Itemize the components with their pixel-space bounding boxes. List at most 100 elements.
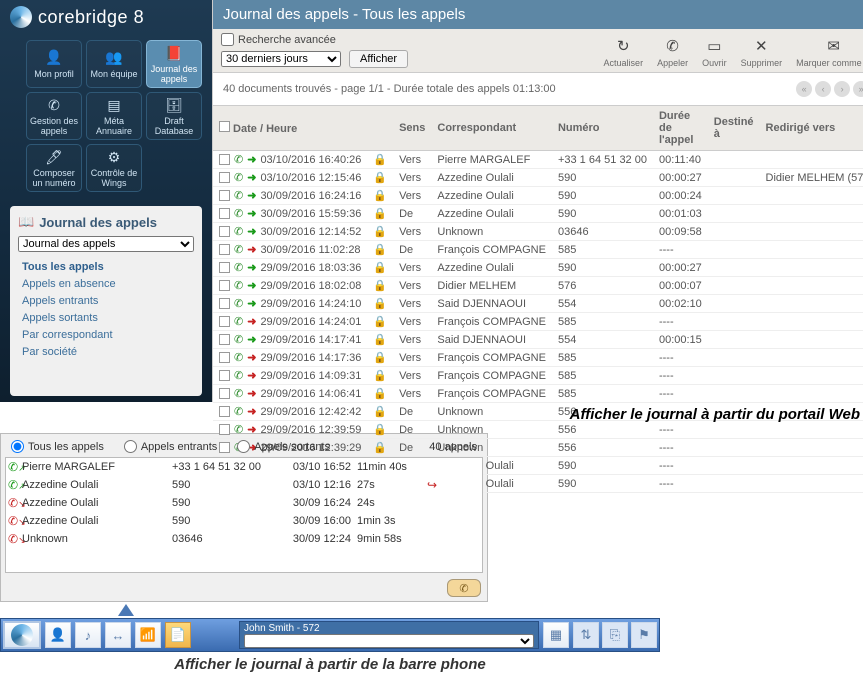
widget-filter-input[interactable] xyxy=(11,440,24,453)
column-header[interactable] xyxy=(367,106,393,151)
table-row[interactable]: ✆➜29/09/2016 14:24:01🔒VersFrançois COMPA… xyxy=(213,313,863,331)
table-row[interactable]: ✆➜29/09/2016 18:03:36🔒VersAzzedine Oulal… xyxy=(213,259,863,277)
column-header[interactable]: Correspondant xyxy=(431,106,552,151)
widget-call-row[interactable]: ✆↗Pierre MARGALEF+33 1 64 51 32 0003/10 … xyxy=(6,458,482,476)
nav-tile-compose[interactable]: 🖊Composer un numéro xyxy=(26,144,82,192)
row-checkbox[interactable] xyxy=(219,334,230,345)
journal-link[interactable]: Appels en absence xyxy=(18,276,194,292)
widget-call-button[interactable]: ✆ xyxy=(447,579,481,597)
row-redir xyxy=(760,331,863,349)
widget-filter-radio[interactable]: Tous les appels xyxy=(11,440,104,453)
nav-tile-label: Contrôle de Wings xyxy=(87,169,141,188)
advanced-search-checkbox[interactable] xyxy=(221,33,234,46)
row-checkbox[interactable] xyxy=(219,406,230,417)
column-header[interactable]: Date / Heure xyxy=(213,106,367,151)
nav-tile-call-mgmt[interactable]: ✆Gestion des appels xyxy=(26,92,82,140)
journal-link[interactable]: Par société xyxy=(18,344,194,360)
advanced-search-toggle[interactable]: Recherche avancée xyxy=(221,33,408,46)
phonebar-music-icon[interactable]: ♪ xyxy=(75,622,101,648)
row-checkbox[interactable] xyxy=(219,244,230,255)
table-row[interactable]: ✆➜30/09/2016 15:59:36🔒DeAzzedine Oulali5… xyxy=(213,205,863,223)
row-checkbox[interactable] xyxy=(219,298,230,309)
table-row[interactable]: ✆➜29/09/2016 12:39:59🔒DeUnknown556---- xyxy=(213,421,863,439)
row-checkbox[interactable] xyxy=(219,280,230,291)
journal-link[interactable]: Appels entrants xyxy=(18,293,194,309)
journal-link[interactable]: Tous les appels xyxy=(18,259,194,275)
row-checkbox[interactable] xyxy=(219,352,230,363)
row-checkbox[interactable] xyxy=(219,154,230,165)
row-checkbox[interactable] xyxy=(219,388,230,399)
delete-button[interactable]: ✕Supprimer xyxy=(741,36,783,68)
widget-filter-input[interactable] xyxy=(237,440,250,453)
pager-next[interactable]: › xyxy=(834,81,850,97)
phonebar-presence-icon[interactable]: 👤 xyxy=(45,622,71,648)
row-checkbox[interactable] xyxy=(219,172,230,183)
phonebar-dial-select[interactable] xyxy=(244,634,534,648)
table-row[interactable]: ✆➜30/09/2016 11:02:28🔒DeFrançois COMPAGN… xyxy=(213,241,863,259)
widget-call-row[interactable]: ✆↘Azzedine Oulali59030/09 16:2424s xyxy=(6,494,482,512)
phone-icon: ✆↘ xyxy=(8,532,22,546)
nav-tile-meta-dir[interactable]: ▤Méta Annuaire xyxy=(86,92,142,140)
column-header[interactable]: Redirigé vers xyxy=(760,106,863,151)
widget-filter-label: Appels sortants xyxy=(254,441,330,453)
phone-icon: ✆ xyxy=(234,207,243,220)
row-checkbox[interactable] xyxy=(219,370,230,381)
widget-filter-input[interactable] xyxy=(124,440,137,453)
open-button[interactable]: ▭Ouvrir xyxy=(702,36,727,68)
nav-tile-profile[interactable]: 👤Mon profil xyxy=(26,40,82,88)
table-row[interactable]: ✆➜29/09/2016 14:09:31🔒VersFrançois COMPA… xyxy=(213,367,863,385)
table-row[interactable]: ✆➜30/09/2016 16:24:16🔒VersAzzedine Oulal… xyxy=(213,187,863,205)
table-row[interactable]: ✆➜29/09/2016 14:24:10🔒VersSaid DJENNAOUI… xyxy=(213,295,863,313)
table-row[interactable]: ✆➜29/09/2016 14:17:41🔒VersSaid DJENNAOUI… xyxy=(213,331,863,349)
table-row[interactable]: ✆➜03/10/2016 16:40:26🔒VersPierre MARGALE… xyxy=(213,151,863,169)
widget-call-row[interactable]: ✆↗Azzedine Oulali59003/10 12:1627s↪ xyxy=(6,476,482,494)
journal-scope-select[interactable]: Journal des appels xyxy=(18,236,194,252)
phonebar-home-button[interactable] xyxy=(3,621,41,649)
nav-tile-team[interactable]: 👥Mon équipe xyxy=(86,40,142,88)
column-header[interactable]: Destiné à xyxy=(708,106,760,151)
widget-call-row[interactable]: ✆↘Azzedine Oulali59030/09 16:001min 3s xyxy=(6,512,482,530)
pager-last[interactable]: » xyxy=(853,81,863,97)
phonebar-btn-a[interactable]: ⇅ xyxy=(573,622,599,648)
row-checkbox[interactable] xyxy=(219,190,230,201)
phonebar-btn-c[interactable]: ⚑ xyxy=(631,622,657,648)
row-checkbox[interactable] xyxy=(219,262,230,273)
lock-icon: 🔒 xyxy=(373,244,387,256)
show-button[interactable]: Afficher xyxy=(349,50,408,68)
nav-tile-draft-db[interactable]: 🗄Draft Database xyxy=(146,92,202,140)
caption-phonebar: Afficher le journal à partir de la barre… xyxy=(0,652,660,673)
period-select[interactable]: 30 derniers jours xyxy=(221,51,341,67)
journal-link[interactable]: Par correspondant xyxy=(18,327,194,343)
phonebar-btn-b[interactable]: ⎘ xyxy=(602,622,628,648)
row-checkbox[interactable] xyxy=(219,208,230,219)
widget-call-row[interactable]: ✆↘Unknown0364630/09 12:249min 58s xyxy=(6,530,482,548)
row-checkbox[interactable] xyxy=(219,424,230,435)
table-row[interactable]: ✆➜29/09/2016 14:17:36🔒VersFrançois COMPA… xyxy=(213,349,863,367)
column-header[interactable]: Sens xyxy=(393,106,431,151)
lock-icon: 🔒 xyxy=(373,406,387,418)
column-header[interactable]: Numéro xyxy=(552,106,653,151)
table-row[interactable]: ✆➜29/09/2016 18:02:08🔒VersDidier MELHEM5… xyxy=(213,277,863,295)
widget-filter-radio[interactable]: Appels sortants xyxy=(237,440,330,453)
pager-prev[interactable]: ‹ xyxy=(815,81,831,97)
phonebar-broadcast-icon[interactable]: 📶 xyxy=(135,622,161,648)
nav-tile-calllog[interactable]: 📕Journal des appels xyxy=(146,40,202,88)
row-checkbox[interactable] xyxy=(219,442,230,453)
pager-first[interactable]: « xyxy=(796,81,812,97)
phonebar-transfer-icon[interactable]: ↔ xyxy=(105,622,131,648)
column-header[interactable]: Durée de l'appel xyxy=(653,106,708,151)
table-row[interactable]: ✆➜29/09/2016 14:06:41🔒VersFrançois COMPA… xyxy=(213,385,863,403)
nav-tile-wings[interactable]: ⚙Contrôle de Wings xyxy=(86,144,142,192)
row-checkbox[interactable] xyxy=(219,316,230,327)
widget-filter-radio[interactable]: Appels entrants xyxy=(124,440,217,453)
row-checkbox[interactable] xyxy=(219,226,230,237)
journal-link[interactable]: Appels sortants xyxy=(18,310,194,326)
phonebar-dialpad-icon[interactable]: ▦ xyxy=(543,622,569,648)
select-all-checkbox[interactable] xyxy=(219,121,230,132)
table-row[interactable]: ✆➜30/09/2016 12:14:52🔒VersUnknown0364600… xyxy=(213,223,863,241)
call-button[interactable]: ✆Appeler xyxy=(657,36,688,68)
table-row[interactable]: ✆➜03/10/2016 12:15:46🔒VersAzzedine Oulal… xyxy=(213,169,863,187)
mark-read-button[interactable]: ✉Marquer comme lu xyxy=(796,36,863,68)
phonebar-calllog-button[interactable]: 📄 xyxy=(165,622,191,648)
refresh-button[interactable]: ↻Actualiser xyxy=(604,36,644,68)
